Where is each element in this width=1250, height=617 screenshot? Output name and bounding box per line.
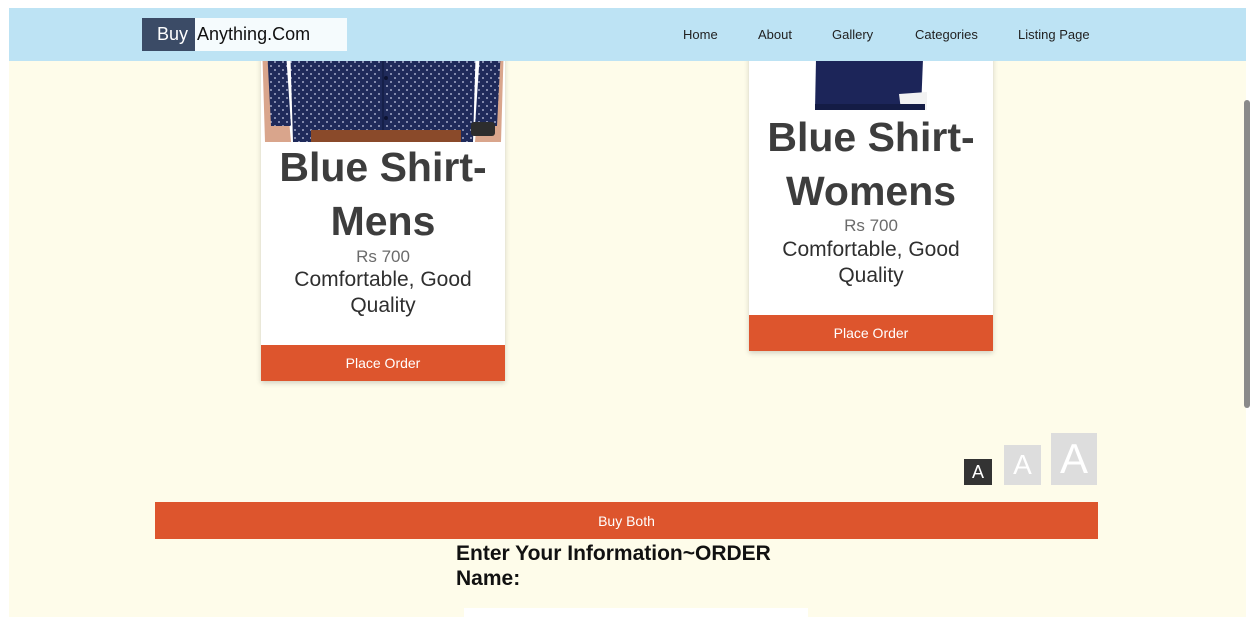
- womens-price: Rs 700: [844, 216, 898, 235]
- name-input[interactable]: [464, 608, 808, 617]
- mens-price: Rs 700: [356, 247, 410, 266]
- mens-title-line2: Mens: [330, 198, 436, 244]
- nav-links: Home About Gallery Categories Listing Pa…: [9, 8, 1246, 61]
- font-small-button[interactable]: A: [964, 459, 992, 485]
- nav-gallery[interactable]: Gallery: [832, 27, 873, 42]
- nav-about[interactable]: About: [758, 27, 792, 42]
- nav-categories[interactable]: Categories: [915, 27, 978, 42]
- font-large-button[interactable]: A: [1051, 433, 1097, 485]
- order-form-heading: Enter Your Information~ORDER: [456, 542, 771, 565]
- nav-listing-page[interactable]: Listing Page: [1018, 27, 1090, 42]
- place-order-womens-button[interactable]: Place Order: [749, 315, 993, 351]
- place-order-mens-button[interactable]: Place Order: [261, 345, 505, 381]
- vertical-scrollbar[interactable]: [1244, 100, 1250, 408]
- mens-desc-line2: Quality: [350, 294, 416, 317]
- womens-desc-line1: Comfortable, Good: [782, 238, 960, 261]
- name-label: Name:: [456, 567, 521, 590]
- product-card-mens: Blue Shirt- Mens Rs 700 Comfortable, Goo…: [261, 8, 505, 381]
- womens-title-line2: Womens: [785, 168, 957, 214]
- mens-desc-line1: Comfortable, Good: [294, 268, 472, 291]
- top-navbar: Buy Anything.Com Home About Gallery Cate…: [9, 8, 1246, 61]
- font-medium-button[interactable]: A: [1004, 445, 1041, 485]
- buy-both-button[interactable]: Buy Both: [155, 502, 1098, 539]
- mens-title-line1: Blue Shirt-: [279, 144, 487, 190]
- page-viewport: Buy Anything.Com Home About Gallery Cate…: [9, 8, 1246, 617]
- nav-home[interactable]: Home: [683, 27, 718, 42]
- womens-desc-line2: Quality: [838, 264, 904, 287]
- womens-title-line1: Blue Shirt-: [767, 114, 975, 160]
